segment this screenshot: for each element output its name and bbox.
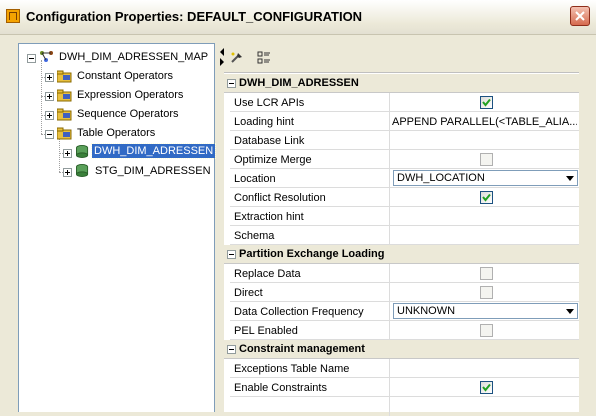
- property-name: Database Link: [234, 135, 305, 147]
- tree-item-label: Sequence Operators: [77, 108, 179, 120]
- location-selected-value: DWH_LOCATION: [397, 172, 485, 184]
- loading-hint-value[interactable]: APPEND PARALLEL(<TABLE_ALIA...: [392, 116, 577, 128]
- app-icon: [6, 9, 20, 23]
- tree-item-expression-operators[interactable]: Expression Operators: [43, 87, 213, 105]
- property-name: Enable Constraints: [234, 382, 327, 394]
- pel-enabled-checkbox[interactable]: [480, 324, 493, 337]
- tree-root-label: DWH_DIM_ADRESSEN_MAP: [59, 51, 209, 63]
- property-row-location: Location DWH_LOCATION: [230, 169, 579, 188]
- property-row-use-lcr-apis: Use LCR APIs: [230, 93, 579, 112]
- enable-constraints-checkbox[interactable]: [480, 381, 493, 394]
- property-name: Use LCR APIs: [234, 97, 305, 109]
- checkmark-icon: [482, 383, 491, 392]
- expand-toggle[interactable]: [45, 111, 54, 120]
- property-row-schema: Schema: [230, 226, 579, 245]
- tree-child-dwh-dim-adressen[interactable]: DWH_DIM_ADRESSEN: [61, 143, 217, 162]
- tree-item-label: Constant Operators: [77, 70, 173, 82]
- expand-toggle[interactable]: [63, 168, 72, 177]
- property-row-pel-enabled: PEL Enabled: [230, 321, 579, 340]
- property-name: Replace Data: [234, 268, 301, 280]
- location-select[interactable]: DWH_LOCATION: [393, 170, 578, 186]
- property-name: Location: [234, 173, 276, 185]
- data-collection-frequency-select[interactable]: UNKNOWN: [393, 303, 578, 319]
- title-bar: Configuration Properties: DEFAULT_CONFIG…: [0, 0, 596, 35]
- splitter-arrows-icon[interactable]: [219, 47, 225, 67]
- expand-toggle[interactable]: [45, 92, 54, 101]
- close-button[interactable]: [570, 6, 590, 26]
- tree-child-label: DWH_DIM_ADRESSEN: [90, 143, 217, 159]
- property-grid: DWH_DIM_ADRESSEN Use LCR APIs Loading hi…: [224, 72, 579, 416]
- checkmark-icon: [482, 98, 491, 107]
- collapse-toggle[interactable]: [227, 79, 236, 88]
- property-name: Loading hint: [234, 116, 294, 128]
- collapse-toggle[interactable]: [227, 250, 236, 259]
- property-name: Conflict Resolution: [234, 192, 326, 204]
- property-name: Exceptions Table Name: [234, 363, 350, 375]
- property-row-exceptions-table-name: Exceptions Table Name: [230, 359, 579, 378]
- tree-item-label: Expression Operators: [77, 89, 184, 101]
- property-row-extraction-hint: Extraction hint: [230, 207, 579, 226]
- tree-panel: DWH_DIM_ADRESSEN_MAP Constant Operators …: [18, 43, 217, 412]
- operator-folder-icon: [57, 108, 72, 121]
- checkmark-icon: [482, 193, 491, 202]
- property-row-empty: [230, 397, 579, 416]
- chevron-down-icon[interactable]: [564, 172, 576, 184]
- property-row-direct: Direct: [230, 283, 579, 302]
- section-header[interactable]: Constraint management: [224, 340, 579, 359]
- categorize-icon[interactable]: [257, 51, 271, 65]
- tree-item-constant-operators[interactable]: Constant Operators: [43, 68, 213, 86]
- replace-data-checkbox[interactable]: [480, 267, 493, 280]
- tree-child-label: STG_DIM_ADRESSEN: [95, 165, 211, 177]
- property-name: Data Collection Frequency: [234, 306, 364, 318]
- use-lcr-apis-checkbox[interactable]: [480, 96, 493, 109]
- property-row-loading-hint: Loading hint APPEND PARALLEL(<TABLE_ALIA…: [230, 112, 579, 131]
- tree-item-table-operators[interactable]: Table Operators: [43, 125, 213, 143]
- section-header[interactable]: DWH_DIM_ADRESSEN: [224, 74, 579, 93]
- property-row-optimize-merge: Optimize Merge: [230, 150, 579, 169]
- expand-toggle[interactable]: [45, 73, 54, 82]
- frequency-selected-value: UNKNOWN: [397, 305, 456, 317]
- property-name: Schema: [234, 230, 275, 242]
- close-icon: [575, 11, 585, 21]
- property-row-replace-data: Replace Data: [230, 264, 579, 283]
- property-name: Optimize Merge: [234, 154, 312, 166]
- operator-folder-icon: [57, 70, 72, 83]
- tree-child-stg-dim-adressen[interactable]: STG_DIM_ADRESSEN: [61, 163, 211, 181]
- property-row-conflict-resolution: Conflict Resolution: [230, 188, 579, 207]
- section-title: DWH_DIM_ADRESSEN: [239, 77, 359, 89]
- property-row-data-collection-frequency: Data Collection Frequency UNKNOWN: [230, 302, 579, 321]
- property-row-database-link: Database Link: [230, 131, 579, 150]
- conflict-resolution-checkbox[interactable]: [480, 191, 493, 204]
- section-header[interactable]: Partition Exchange Loading: [224, 245, 579, 264]
- table-operator-icon: [76, 145, 89, 158]
- operator-folder-icon: [57, 127, 72, 140]
- collapse-toggle[interactable]: [27, 54, 36, 63]
- chevron-down-icon[interactable]: [564, 305, 576, 317]
- direct-checkbox[interactable]: [480, 286, 493, 299]
- tree-item-sequence-operators[interactable]: Sequence Operators: [43, 106, 213, 124]
- collapse-toggle[interactable]: [45, 130, 54, 139]
- expand-toggle[interactable]: [63, 149, 72, 158]
- property-row-enable-constraints: Enable Constraints: [230, 378, 579, 397]
- operator-folder-icon: [57, 89, 72, 102]
- property-name: Extraction hint: [234, 211, 304, 223]
- optimize-merge-checkbox[interactable]: [480, 153, 493, 166]
- mapping-icon: [40, 51, 53, 62]
- property-name: Direct: [234, 287, 263, 299]
- window-title: Configuration Properties: DEFAULT_CONFIG…: [26, 9, 363, 24]
- tree-root[interactable]: DWH_DIM_ADRESSEN_MAP: [25, 49, 210, 67]
- collapse-toggle[interactable]: [227, 345, 236, 354]
- properties-icon[interactable]: [230, 51, 244, 65]
- tree-item-label: Table Operators: [77, 127, 156, 139]
- table-operator-icon: [76, 164, 89, 177]
- property-name: PEL Enabled: [234, 325, 298, 337]
- section-title: Constraint management: [239, 343, 365, 355]
- section-title: Partition Exchange Loading: [239, 248, 385, 260]
